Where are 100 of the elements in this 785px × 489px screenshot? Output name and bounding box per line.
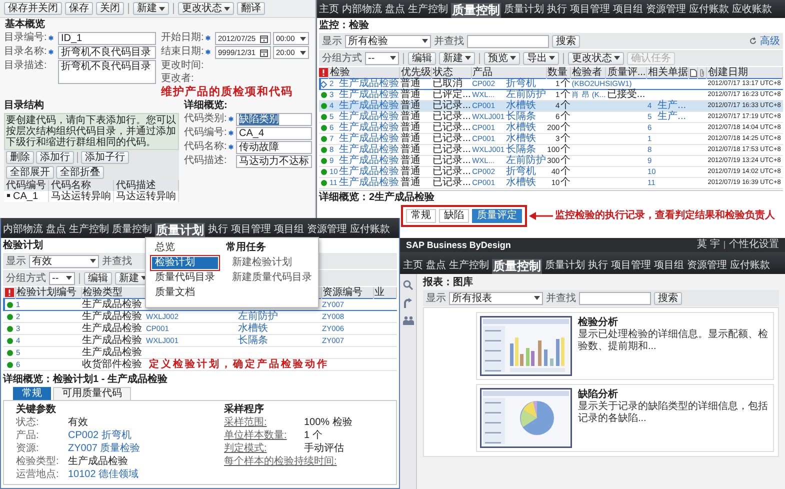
- nav-tab[interactable]: 盘点: [46, 223, 66, 238]
- group-select[interactable]: --: [49, 272, 75, 284]
- nav-tab[interactable]: 质量控制: [492, 259, 542, 274]
- nav-tab[interactable]: 应付账款: [730, 259, 770, 274]
- menu-item[interactable]: 检验计划: [152, 257, 218, 269]
- toolbar-button[interactable]: 保存: [65, 2, 93, 15]
- table-link[interactable]: 长隔条: [237, 334, 321, 346]
- nav-tab[interactable]: 应收账款: [732, 3, 772, 18]
- table-button[interactable]: 添加行: [36, 151, 74, 164]
- advanced-link[interactable]: 高级: [760, 34, 780, 48]
- nav-tab[interactable]: 生产控制: [449, 259, 489, 274]
- nav-tab[interactable]: 执行: [588, 259, 608, 274]
- table-link[interactable]: 水槽铁: [504, 122, 546, 134]
- table-link[interactable]: 生产...: [656, 100, 689, 112]
- personalize-link[interactable]: 个性化设置: [729, 239, 779, 251]
- table-link[interactable]: 左前防护: [237, 310, 321, 322]
- nav-tab[interactable]: 质量计划: [504, 3, 544, 18]
- value-link[interactable]: ZY007 质量检验: [68, 443, 140, 455]
- input-field[interactable]: ID_1: [58, 32, 156, 45]
- nav-tab[interactable]: 应付账款: [350, 223, 390, 238]
- group-select[interactable]: --: [365, 52, 399, 64]
- table-link[interactable]: 生产成品检验: [338, 166, 400, 178]
- nav-tab[interactable]: 项目管理: [231, 223, 271, 238]
- toolbar-button[interactable]: 新建: [439, 52, 475, 64]
- menu-item[interactable]: 质量代码目录: [152, 272, 218, 284]
- nav-tab[interactable]: 项目组: [654, 259, 684, 274]
- toolbar-button[interactable]: 更改状态: [178, 2, 234, 15]
- nav-tab[interactable]: 内部物流: [3, 223, 43, 238]
- toolbar-button[interactable]: 导出: [523, 52, 559, 64]
- nav-tab[interactable]: 盘点: [385, 3, 405, 18]
- search-button[interactable]: 搜索: [654, 292, 682, 304]
- table-link[interactable]: 水槽铁: [504, 178, 546, 188]
- table-link[interactable]: 折弯机: [504, 78, 546, 90]
- input-field[interactable]: 传动故障: [236, 141, 312, 154]
- input-field[interactable]: 缺陷类别: [236, 113, 312, 126]
- toolbar-button[interactable]: 新建: [133, 2, 169, 15]
- nav-tab[interactable]: 项目组: [274, 223, 304, 238]
- table-button[interactable]: 全部展开: [6, 166, 54, 179]
- table-link[interactable]: 折弯机: [504, 166, 546, 178]
- table-link[interactable]: 生产...: [656, 112, 689, 122]
- tab[interactable]: 缺陷: [439, 209, 469, 223]
- table-link[interactable]: 生产成品检验: [338, 112, 400, 122]
- nav-tab[interactable]: 质量计划: [155, 223, 205, 238]
- nav-tab[interactable]: 生产控制: [69, 223, 109, 238]
- nav-tab[interactable]: 生产控制: [408, 3, 448, 18]
- nav-tab[interactable]: 执行: [208, 223, 228, 238]
- report-card[interactable]: 检验分析 显示已处理检验的详细信息。显示配额、检验数、提前期和...: [476, 312, 774, 380]
- table-button[interactable]: 全部折叠: [56, 166, 104, 179]
- toolbar-button[interactable]: 编辑: [408, 52, 436, 64]
- table-link[interactable]: 水槽铁: [504, 100, 546, 112]
- nav-tab[interactable]: 资源管理: [687, 259, 727, 274]
- nav-tab[interactable]: 执行: [547, 3, 567, 18]
- text-area[interactable]: 折弯机不良代码目录: [58, 60, 156, 84]
- table-link[interactable]: 长隔条: [504, 112, 546, 122]
- toolbar-button[interactable]: 关闭: [96, 2, 124, 15]
- input-field[interactable]: 折弯机不良代码目录: [58, 46, 156, 59]
- menu-item[interactable]: 总览: [152, 242, 218, 254]
- tab[interactable]: 常规: [13, 387, 51, 400]
- menu-item[interactable]: 新建质量代码目录: [226, 272, 312, 284]
- nav-tab[interactable]: 质量计划: [545, 259, 585, 274]
- value-link[interactable]: 10102 德佳领域: [68, 469, 139, 481]
- report-title[interactable]: 检验分析: [578, 316, 770, 329]
- toolbar-button[interactable]: 编辑: [84, 272, 112, 284]
- nav-tab[interactable]: 资源管理: [646, 3, 686, 18]
- filter-select[interactable]: 所有报表: [449, 292, 543, 304]
- toolbar-button[interactable]: 保存并关闭: [4, 2, 62, 15]
- report-card[interactable]: 缺陷分析 显示关于记录的缺陷类型的详细信息，包括记录的各缺陷...: [476, 384, 774, 452]
- input-field[interactable]: CA_4: [236, 127, 312, 140]
- table-link[interactable]: 长隔条: [504, 144, 546, 156]
- table-button[interactable]: 删除: [6, 151, 34, 164]
- report-title[interactable]: 缺陷分析: [578, 388, 770, 401]
- menu-item[interactable]: 新建检验计划: [226, 257, 312, 269]
- nav-tab[interactable]: 项目管理: [611, 259, 651, 274]
- input-field[interactable]: 马达动力不达标: [236, 155, 312, 168]
- nav-tab[interactable]: 项目组: [613, 3, 643, 18]
- nav-tab[interactable]: 主页: [319, 3, 339, 18]
- filter-select[interactable]: 所有检验: [345, 34, 431, 48]
- tab[interactable]: 常规: [406, 209, 436, 223]
- table-link[interactable]: 生产成品检验: [338, 156, 400, 166]
- toolbar-button[interactable]: 预览: [484, 52, 520, 64]
- nav-tab[interactable]: 资源管理: [307, 223, 347, 238]
- table-link[interactable]: 左前防护: [504, 156, 546, 166]
- tab[interactable]: 可用质量代码: [53, 387, 131, 400]
- table-link[interactable]: 生产成品检验: [338, 100, 400, 112]
- nav-tab[interactable]: 质量控制: [112, 223, 152, 238]
- value-link[interactable]: CP002 折弯机: [68, 430, 132, 442]
- nav-tab[interactable]: 质量控制: [451, 3, 501, 18]
- table-link[interactable]: 生产成品检验: [338, 134, 400, 144]
- table-button[interactable]: 添加子行: [81, 151, 129, 164]
- nav-tab[interactable]: 项目管理: [570, 3, 610, 18]
- menu-item[interactable]: 质量文档: [152, 287, 218, 299]
- table-link[interactable]: 生产成品检验: [338, 178, 400, 188]
- table-link[interactable]: 水槽铁: [504, 134, 546, 144]
- toolbar-button[interactable]: 翻译: [237, 2, 265, 15]
- search-button[interactable]: 搜索: [552, 34, 580, 48]
- table-link[interactable]: 水槽铁: [237, 322, 321, 334]
- nav-tab[interactable]: 内部物流: [342, 3, 382, 18]
- tab[interactable]: 质量评定: [472, 209, 522, 223]
- table-link[interactable]: 生产成品检验: [338, 78, 400, 90]
- nav-tab[interactable]: 盘点: [426, 259, 446, 274]
